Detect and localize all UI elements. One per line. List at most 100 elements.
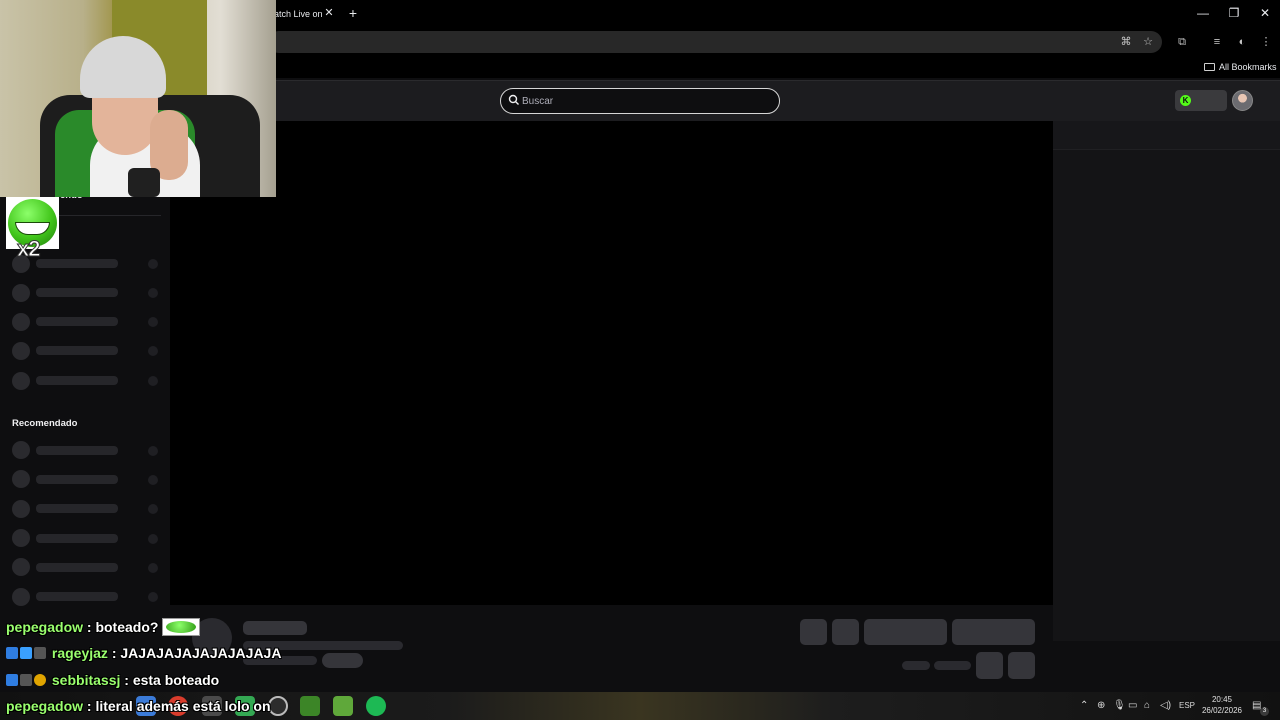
skeleton-channel-name	[36, 446, 118, 455]
sidebar-recommended-label: Recomendado	[12, 418, 78, 429]
skeleton-action-button[interactable]	[800, 619, 827, 645]
skeleton-channel-name	[36, 475, 118, 484]
skeleton-viewers	[148, 259, 158, 269]
chat-username: rageyjaz	[51, 645, 108, 661]
display-icon[interactable]: ▭	[1128, 699, 1137, 713]
skeleton-avatar	[12, 529, 30, 547]
gift-badge-icon	[20, 674, 32, 686]
skeleton-viewers	[148, 376, 158, 386]
minecraft-icon[interactable]	[300, 696, 320, 716]
tab-close-icon[interactable]: ✕	[323, 6, 335, 20]
new-tab-button[interactable]: +	[346, 5, 360, 21]
skeleton-subscribe-button[interactable]	[952, 619, 1035, 645]
skeleton-channel-name	[36, 534, 118, 543]
skeleton-channel-name	[36, 592, 118, 601]
chat-message: sebbitassj : esta boteado	[6, 670, 219, 690]
media-controls-icon[interactable]: ≡	[1208, 33, 1226, 51]
skeleton-channel-name	[36, 376, 118, 385]
skeleton-tag	[322, 653, 363, 668]
spotify-icon[interactable]	[366, 696, 386, 716]
search-icon	[508, 94, 519, 105]
chat-username: sebbitassj	[51, 672, 121, 688]
chat-username: pepegadow	[6, 698, 84, 714]
skeleton-follow-button[interactable]	[864, 619, 947, 645]
skeleton-viewers	[148, 446, 158, 456]
chat-message: pepegadow : literal además está lolo on	[6, 696, 271, 716]
tray-chevron-icon[interactable]: ⌃	[1080, 699, 1088, 713]
clock-date: 26/02/2026	[1201, 706, 1243, 715]
window-minimize-button[interactable]: —	[1194, 5, 1212, 21]
skeleton-viewers	[148, 534, 158, 544]
moderator-badge-icon	[6, 647, 18, 659]
skeleton-viewers	[148, 317, 158, 327]
clock-time: 20:45	[1211, 695, 1233, 704]
skeleton-viewer-count	[902, 661, 930, 670]
skeleton-channel-name	[36, 259, 118, 268]
system-clock[interactable]: 20:45 26/02/2026	[1198, 694, 1246, 716]
skeleton-avatar	[12, 372, 30, 390]
og-badge-icon	[34, 674, 46, 686]
window-restore-button[interactable]: ❐	[1225, 5, 1243, 21]
chat-message: pepegadow : boteado?	[6, 617, 201, 637]
language-indicator[interactable]: ESP	[1179, 699, 1195, 713]
bookmark-star-icon[interactable]: ☆	[1139, 33, 1157, 51]
skeleton-viewers	[148, 563, 158, 573]
skeleton-viewers	[148, 475, 158, 485]
chat-username: pepegadow	[6, 619, 84, 635]
skeleton-avatar	[12, 470, 30, 488]
user-avatar[interactable]	[1232, 90, 1253, 111]
gift-badge-icon	[34, 647, 46, 659]
microphone-icon[interactable]: 🎙	[1113, 699, 1126, 713]
skeleton-uptime	[934, 661, 971, 670]
obs-icon[interactable]	[268, 696, 288, 716]
skeleton-avatar	[12, 313, 30, 331]
skeleton-channel-name	[36, 288, 118, 297]
chat-emote	[162, 618, 201, 636]
translate-icon[interactable]: ⌘	[1117, 33, 1135, 51]
moderator-badge-icon	[6, 674, 18, 686]
skeleton-action-button[interactable]	[832, 619, 859, 645]
skeleton-viewers	[148, 592, 158, 602]
kick-logo-icon: K	[1180, 95, 1191, 106]
skeleton-viewers	[148, 504, 158, 514]
volume-icon[interactable]: ◁)	[1160, 699, 1171, 713]
skeleton-streamer-name	[243, 621, 307, 635]
folder-icon	[1204, 63, 1215, 71]
skeleton-channel-name	[36, 563, 118, 572]
tray-app-icon[interactable]: ⊕	[1097, 699, 1105, 713]
chat-header	[1053, 121, 1280, 150]
chat-message: rageyjaz : JAJAJAJAJAJAJAJAJA	[6, 643, 281, 663]
minecraft-launcher-icon[interactable]	[333, 696, 353, 716]
chat-text: : boteado?	[86, 619, 159, 635]
skeleton-more-button[interactable]	[1008, 652, 1035, 679]
chat-text: : esta boteado	[124, 672, 220, 688]
skeleton-channel-name	[36, 504, 118, 513]
skeleton-avatar	[12, 558, 30, 576]
search-input[interactable]	[522, 89, 772, 113]
skeleton-avatar	[12, 588, 30, 606]
browser-menu-icon[interactable]: ⋮	[1257, 33, 1275, 51]
subscriber-badge-icon	[20, 647, 32, 659]
all-bookmarks-label: All Bookmarks	[1219, 62, 1277, 72]
address-bar[interactable]	[268, 31, 1162, 53]
skeleton-viewers	[148, 288, 158, 298]
skeleton-avatar	[12, 342, 30, 360]
profile-icon[interactable]: ◐	[1233, 33, 1251, 51]
chat-panel	[1053, 121, 1280, 641]
video-player[interactable]	[170, 121, 1053, 605]
network-icon[interactable]: ⌂	[1144, 699, 1150, 713]
skeleton-avatar	[12, 284, 30, 302]
chat-text: : literal además está lolo on	[86, 698, 271, 714]
emote-multiplier: x2	[16, 236, 41, 262]
skeleton-channel-name	[36, 346, 118, 355]
extensions-icon[interactable]: ⧉	[1173, 33, 1191, 51]
skeleton-share-button[interactable]	[976, 652, 1003, 679]
window-close-button[interactable]: ✕	[1256, 5, 1274, 21]
all-bookmarks-button[interactable]: All Bookmarks	[1204, 58, 1277, 76]
webcam-overlay	[0, 0, 276, 197]
skeleton-viewers	[148, 346, 158, 356]
skeleton-channel-name	[36, 317, 118, 326]
notification-count-badge: 3	[1260, 707, 1269, 716]
skeleton-avatar	[12, 441, 30, 459]
skeleton-avatar	[12, 500, 30, 518]
